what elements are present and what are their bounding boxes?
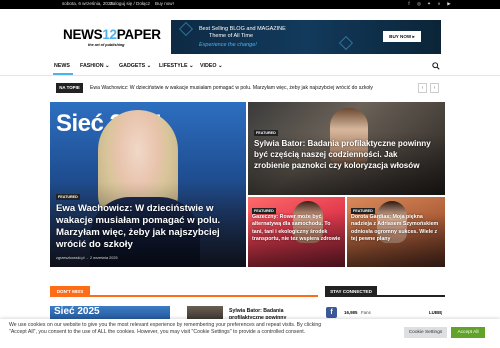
section-label: STAY CONNECTED bbox=[325, 286, 377, 297]
logo-text-number: 12 bbox=[102, 27, 117, 42]
article-title[interactable]: Sylwia Bator: Badania profilaktyczne pow… bbox=[254, 138, 434, 171]
featured-grid: Sieć 2025 FEATURED Ewa Wachowicz: W dzie… bbox=[50, 102, 445, 267]
cookie-consent-bar: We use cookies on our website to give yo… bbox=[0, 319, 500, 348]
featured-small-article[interactable]: FEATURED Gazeczny: Rower może być altern… bbox=[248, 197, 345, 267]
instagram-icon[interactable]: ◎ bbox=[416, 1, 422, 7]
cookie-text: We use cookies on our website to give yo… bbox=[9, 322, 322, 336]
ticker-next-button[interactable]: › bbox=[430, 83, 439, 93]
logo-tagline: the art of publishing bbox=[88, 43, 125, 47]
youtube-icon[interactable]: ▶ bbox=[446, 1, 452, 7]
date-text: sobota, 6 września, 2025 bbox=[62, 1, 114, 6]
category-badge[interactable]: FEATURED bbox=[254, 130, 278, 136]
section-label: DON'T MISS bbox=[50, 286, 90, 297]
site-logo[interactable]: NEWS12PAPER the art of publishing bbox=[63, 27, 161, 48]
buy-now-link[interactable]: Buy now! bbox=[155, 1, 174, 6]
article-title[interactable]: Gazeczny: Rower może być alternatywą dla… bbox=[252, 214, 342, 243]
accept-all-button[interactable]: Accept All bbox=[451, 327, 485, 338]
facebook-icon[interactable]: f bbox=[326, 307, 337, 318]
article-title[interactable]: Dorota Gardias: Moja piękna nadzieja z A… bbox=[351, 214, 441, 243]
banner-line-2: Theme of All Time bbox=[209, 33, 254, 39]
main-navigation: NEWS FASHION ⌄ GADGETS ⌄ LIFESTYLE ⌄ VID… bbox=[0, 58, 500, 76]
banner-decoration bbox=[338, 35, 354, 51]
logo-text-paper: PAPER bbox=[116, 27, 161, 42]
nav-item-gadgets[interactable]: GADGETS ⌄ bbox=[119, 63, 151, 69]
ticker-label: NA TOPIE bbox=[56, 83, 83, 93]
section-header-dont-miss: DON'T MISS bbox=[50, 286, 318, 297]
cookie-settings-button[interactable]: Cookie Settings bbox=[404, 327, 447, 338]
ticker-prev-button[interactable]: ‹ bbox=[418, 83, 427, 93]
header-ad-banner[interactable]: Best Selling BLOG and MAGAZINE Theme of … bbox=[171, 20, 441, 54]
article-date: 2 września 2025 bbox=[89, 256, 118, 260]
category-badge[interactable]: FEATURED bbox=[56, 194, 80, 200]
banner-buy-button[interactable]: BUY NOW ▸ bbox=[383, 31, 421, 42]
image-overlay-text: Sieć 2025 bbox=[54, 306, 100, 317]
featured-mid-article[interactable]: FEATURED Sylwia Bator: Badania profilakt… bbox=[248, 102, 445, 195]
twitter-icon[interactable]: ✦ bbox=[426, 1, 432, 7]
facebook-fans-label: Fans bbox=[361, 310, 371, 315]
featured-big-article[interactable]: Sieć 2025 FEATURED Ewa Wachowicz: W dzie… bbox=[50, 102, 246, 267]
nav-item-lifestyle[interactable]: LIFESTYLE ⌄ bbox=[159, 63, 193, 69]
banner-line-3: Experience the change! bbox=[199, 42, 257, 48]
logo-text-news: NEWS bbox=[63, 27, 103, 42]
login-link[interactable]: Zaloguj się / Dołącz bbox=[110, 1, 150, 6]
vimeo-icon[interactable]: v bbox=[436, 1, 442, 7]
search-icon[interactable] bbox=[432, 62, 440, 70]
facebook-counter: f 16,985 Fans LUBIĘ bbox=[325, 306, 445, 320]
ticker-headline[interactable]: Ewa Wachowicz: W dzieciństwie w wakacje … bbox=[90, 85, 373, 91]
facebook-icon[interactable]: f bbox=[406, 1, 412, 7]
article-title[interactable]: Ewa Wachowicz: W dzieciństwie w wakacje … bbox=[56, 203, 241, 251]
top-bar: sobota, 6 września, 2025 Zaloguj się / D… bbox=[0, 0, 500, 9]
banner-line-1: Best Selling BLOG and MAGAZINE bbox=[199, 26, 286, 32]
banner-decoration bbox=[178, 21, 194, 37]
facebook-like-button[interactable]: LUBIĘ bbox=[429, 310, 442, 315]
section-header-stay-connected: STAY CONNECTED bbox=[325, 286, 445, 297]
nav-item-fashion[interactable]: FASHION ⌄ bbox=[80, 63, 109, 69]
nav-active-indicator bbox=[53, 73, 73, 75]
article-meta: zgrzeszkowski.pl - 2 września 2025 bbox=[56, 256, 118, 260]
featured-small-article[interactable]: FEATURED Dorota Gardias: Moja piękna nad… bbox=[347, 197, 445, 267]
author-name[interactable]: zgrzeszkowski.pl bbox=[56, 256, 84, 260]
nav-item-video[interactable]: VIDEO ⌄ bbox=[200, 63, 222, 69]
nav-item-news[interactable]: NEWS bbox=[54, 63, 70, 69]
facebook-fan-count: 16,985 bbox=[344, 310, 358, 315]
